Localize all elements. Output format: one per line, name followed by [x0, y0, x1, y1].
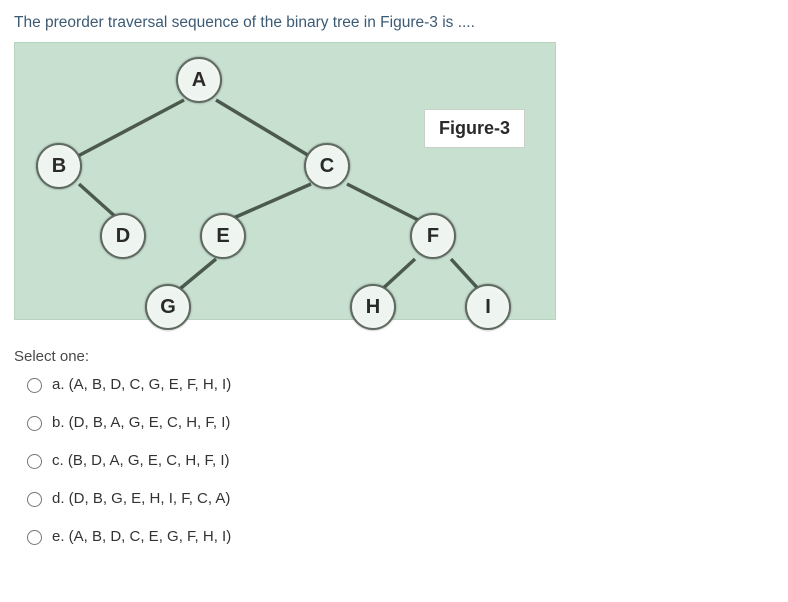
- option-d-label[interactable]: d. (D, B, G, E, H, I, F, C, A): [52, 490, 230, 507]
- option-b[interactable]: b. (D, B, A, G, E, C, H, F, I): [22, 413, 774, 431]
- tree-node-g: G: [145, 284, 191, 330]
- option-a-label[interactable]: a. (A, B, D, C, G, E, F, H, I): [52, 376, 231, 393]
- options-list: a. (A, B, D, C, G, E, F, H, I) b. (D, B,…: [22, 375, 774, 545]
- option-e-label[interactable]: e. (A, B, D, C, E, G, F, H, I): [52, 528, 231, 545]
- tree-node-c: C: [304, 143, 350, 189]
- figure-label: Figure-3: [424, 109, 525, 148]
- option-c-radio[interactable]: [27, 454, 42, 469]
- tree-node-b: B: [36, 143, 82, 189]
- tree-node-f: F: [410, 213, 456, 259]
- option-a-radio[interactable]: [27, 378, 42, 393]
- option-d-radio[interactable]: [27, 492, 42, 507]
- option-a[interactable]: a. (A, B, D, C, G, E, F, H, I): [22, 375, 774, 393]
- option-b-label[interactable]: b. (D, B, A, G, E, C, H, F, I): [52, 414, 230, 431]
- figure-3-tree: A B C D E F G H I Figure-3: [14, 42, 556, 320]
- tree-node-i: I: [465, 284, 511, 330]
- option-d[interactable]: d. (D, B, G, E, H, I, F, C, A): [22, 489, 774, 507]
- option-c-label[interactable]: c. (B, D, A, G, E, C, H, F, I): [52, 452, 230, 469]
- tree-node-h: H: [350, 284, 396, 330]
- tree-node-a: A: [176, 57, 222, 103]
- option-c[interactable]: c. (B, D, A, G, E, C, H, F, I): [22, 451, 774, 469]
- tree-node-e: E: [200, 213, 246, 259]
- question-text: The preorder traversal sequence of the b…: [14, 14, 774, 32]
- option-e-radio[interactable]: [27, 530, 42, 545]
- select-one-prompt: Select one:: [14, 348, 774, 365]
- option-b-radio[interactable]: [27, 416, 42, 431]
- option-e[interactable]: e. (A, B, D, C, E, G, F, H, I): [22, 527, 774, 545]
- tree-node-d: D: [100, 213, 146, 259]
- tree-edges: [15, 43, 555, 319]
